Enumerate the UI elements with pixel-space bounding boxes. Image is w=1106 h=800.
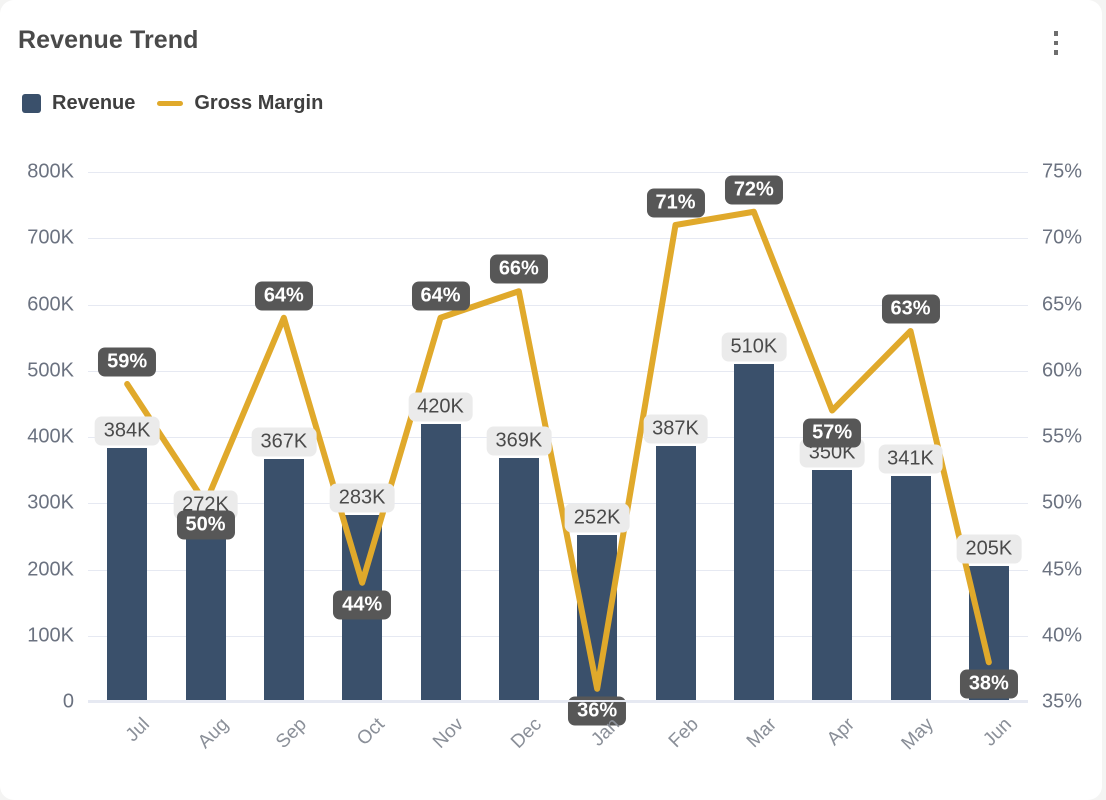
x-axis-tick-oct: Oct xyxy=(353,714,390,750)
legend-item-revenue[interactable]: Revenue xyxy=(22,92,135,115)
legend-label-revenue: Revenue xyxy=(52,92,136,114)
bar-sep[interactable] xyxy=(263,458,304,702)
chart-legend: Revenue Gross Margin xyxy=(22,92,323,115)
y-axis-left-tick: 800K xyxy=(27,160,74,183)
bar-nov[interactable] xyxy=(420,423,461,702)
legend-swatch-gross-margin-icon xyxy=(157,101,184,106)
gridline xyxy=(88,635,1028,637)
margin-label-nov: 64% xyxy=(411,281,470,311)
y-axis-right-tick: 65% xyxy=(1042,293,1083,315)
bar-mar[interactable] xyxy=(733,364,774,702)
kebab-dot-2 xyxy=(1053,40,1059,46)
y-axis-left-tick: 700K xyxy=(27,226,74,249)
bar-label-may: 341K xyxy=(878,444,943,474)
x-axis-tick-sep: Sep xyxy=(271,714,311,753)
revenue-trend-card: Revenue Trend Revenue Gross Margin 0 100K… xyxy=(0,0,1102,800)
page-title: Revenue Trend xyxy=(18,26,199,54)
margin-label-oct: 44% xyxy=(333,590,392,620)
legend-label-gross-margin: Gross Margin xyxy=(194,92,324,114)
margin-label-may: 63% xyxy=(881,294,940,324)
y-axis-right-tick: 35% xyxy=(1042,690,1083,713)
margin-label-dec: 66% xyxy=(489,254,548,284)
y-axis-left-tick: 400K xyxy=(27,425,74,448)
y-axis-right-tick: 70% xyxy=(1042,226,1083,249)
x-axis-tick-jun: Jun xyxy=(979,714,1016,751)
bar-jul[interactable] xyxy=(107,447,148,702)
x-axis-tick-apr: Apr xyxy=(823,714,860,750)
y-axis-left-tick: 0 xyxy=(62,690,74,713)
margin-label-sep: 64% xyxy=(254,281,313,311)
x-axis-tick-jul: Jul xyxy=(121,714,155,747)
y-axis-right-tick: 75% xyxy=(1042,160,1083,183)
margin-label-jul: 59% xyxy=(98,347,157,377)
gridline xyxy=(88,702,1028,703)
y-axis-right-tick: 45% xyxy=(1042,558,1083,580)
gridline xyxy=(88,569,1028,571)
x-axis-tick-aug: Aug xyxy=(193,714,233,753)
kebab-dot-1 xyxy=(1053,31,1059,36)
bar-may[interactable] xyxy=(890,476,931,702)
bar-dec[interactable] xyxy=(498,457,539,702)
bar-apr[interactable] xyxy=(812,470,853,702)
x-axis-tick-nov: Nov xyxy=(428,714,468,753)
kebab-dot-3 xyxy=(1053,50,1059,55)
margin-label-jun: 38% xyxy=(959,669,1018,699)
x-axis-tick-may: May xyxy=(897,714,938,755)
axis-baseline xyxy=(88,700,1028,702)
y-axis-left-tick: 200K xyxy=(27,558,74,580)
legend-swatch-revenue-icon xyxy=(22,94,41,113)
bar-label-jun: 205K xyxy=(956,534,1022,564)
bar-label-nov: 420K xyxy=(408,392,473,422)
gridline xyxy=(88,238,1028,240)
bar-label-jan: 252K xyxy=(564,503,630,533)
kebab-menu-icon[interactable] xyxy=(1046,26,1066,60)
margin-label-mar: 72% xyxy=(724,175,783,205)
margin-label-feb: 71% xyxy=(646,188,705,218)
y-axis-right-tick: 50% xyxy=(1042,491,1083,514)
x-axis-tick-jan: Jan xyxy=(587,714,625,751)
y-axis-right-tick: 40% xyxy=(1042,624,1083,647)
bar-label-jul: 384K xyxy=(94,416,160,446)
bar-feb[interactable] xyxy=(655,445,696,702)
gridline xyxy=(88,437,1028,438)
y-axis-left-tick: 500K xyxy=(27,359,74,382)
bar-label-mar: 510K xyxy=(721,332,787,362)
margin-label-aug: 50% xyxy=(176,510,235,540)
y-axis-right-tick: 60% xyxy=(1042,359,1083,382)
chart-plot-area: 0 100K 200K 300K 400K 500K 600K 700K 800K 35% 40%… xyxy=(27,161,1082,755)
bar-label-dec: 369K xyxy=(486,426,552,456)
x-axis-tick-feb: Feb xyxy=(664,714,703,753)
margin-label-apr: 57% xyxy=(803,418,862,447)
gridline xyxy=(88,172,1028,173)
bar-label-oct: 283K xyxy=(329,483,395,512)
bar-label-sep: 367K xyxy=(251,427,317,457)
y-axis-left-tick: 100K xyxy=(27,624,74,647)
bar-jan[interactable] xyxy=(577,535,618,702)
legend-item-gross-margin[interactable]: Gross Margin xyxy=(157,92,323,115)
bar-aug[interactable] xyxy=(185,521,226,702)
y-axis-right-tick: 55% xyxy=(1042,425,1083,448)
x-axis-tick-dec: Dec xyxy=(506,714,546,753)
y-axis-left-tick: 600K xyxy=(27,293,74,315)
bar-label-feb: 387K xyxy=(643,414,708,444)
y-axis-left-tick: 300K xyxy=(27,491,74,514)
gridline xyxy=(88,370,1028,372)
x-axis-tick-mar: Mar xyxy=(742,714,781,752)
